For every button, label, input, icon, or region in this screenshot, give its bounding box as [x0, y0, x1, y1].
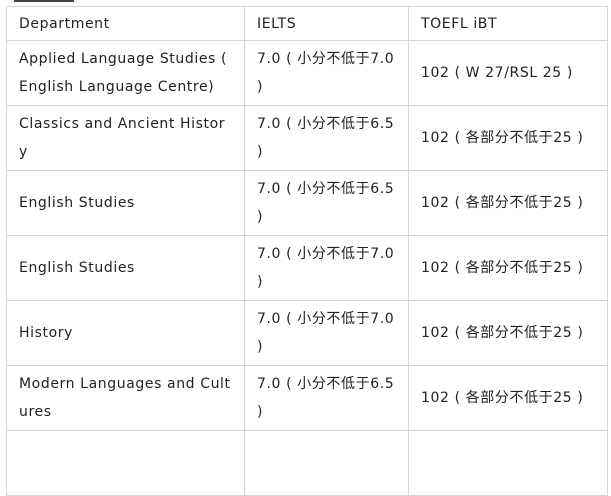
cell-department: History	[6, 300, 245, 366]
table-row-cropped	[6, 430, 608, 496]
cell-department: Applied Language Studies ( English Langu…	[6, 40, 245, 106]
cell-toefl: 102 ( 各部分不低于25 )	[408, 170, 608, 236]
cell-empty	[6, 430, 245, 496]
cell-ielts: 7.0 ( 小分不低于6.5 )	[244, 365, 409, 431]
cell-ielts: 7.0 ( 小分不低于7.0 )	[244, 40, 409, 106]
cell-department: English Studies	[6, 170, 245, 236]
cell-toefl: 102 ( 各部分不低于25 )	[408, 300, 608, 366]
cell-department: Classics and Ancient History	[6, 105, 245, 171]
cell-empty	[244, 430, 409, 496]
header-ielts: IELTS	[244, 6, 409, 41]
language-requirements-table: Department IELTS TOEFL iBT Applied Langu…	[6, 6, 608, 496]
cell-ielts: 7.0 ( 小分不低于7.0 )	[244, 235, 409, 301]
cell-empty	[408, 430, 608, 496]
cell-ielts: 7.0 ( 小分不低于6.5 )	[244, 170, 409, 236]
cell-ielts: 7.0 ( 小分不低于7.0 )	[244, 300, 409, 366]
table-row: Classics and Ancient History 7.0 ( 小分不低于…	[6, 105, 608, 171]
header-toefl: TOEFL iBT	[408, 6, 608, 41]
table-row: English Studies 7.0 ( 小分不低于7.0 ) 102 ( 各…	[6, 235, 608, 301]
cell-department: Modern Languages and Cultures	[6, 365, 245, 431]
table-header-row: Department IELTS TOEFL iBT	[6, 6, 608, 41]
cell-toefl: 102 ( 各部分不低于25 )	[408, 105, 608, 171]
cell-ielts: 7.0 ( 小分不低于6.5 )	[244, 105, 409, 171]
cell-toefl: 102 ( W 27/RSL 25 )	[408, 40, 608, 106]
cell-toefl: 102 ( 各部分不低于25 )	[408, 365, 608, 431]
cell-department: English Studies	[6, 235, 245, 301]
cell-toefl: 102 ( 各部分不低于25 )	[408, 235, 608, 301]
cropped-text-fragment	[14, 0, 74, 2]
table-row: History 7.0 ( 小分不低于7.0 ) 102 ( 各部分不低于25 …	[6, 300, 608, 366]
table-row: Applied Language Studies ( English Langu…	[6, 40, 608, 106]
table-row: Modern Languages and Cultures 7.0 ( 小分不低…	[6, 365, 608, 431]
header-department: Department	[6, 6, 245, 41]
table-row: English Studies 7.0 ( 小分不低于6.5 ) 102 ( 各…	[6, 170, 608, 236]
